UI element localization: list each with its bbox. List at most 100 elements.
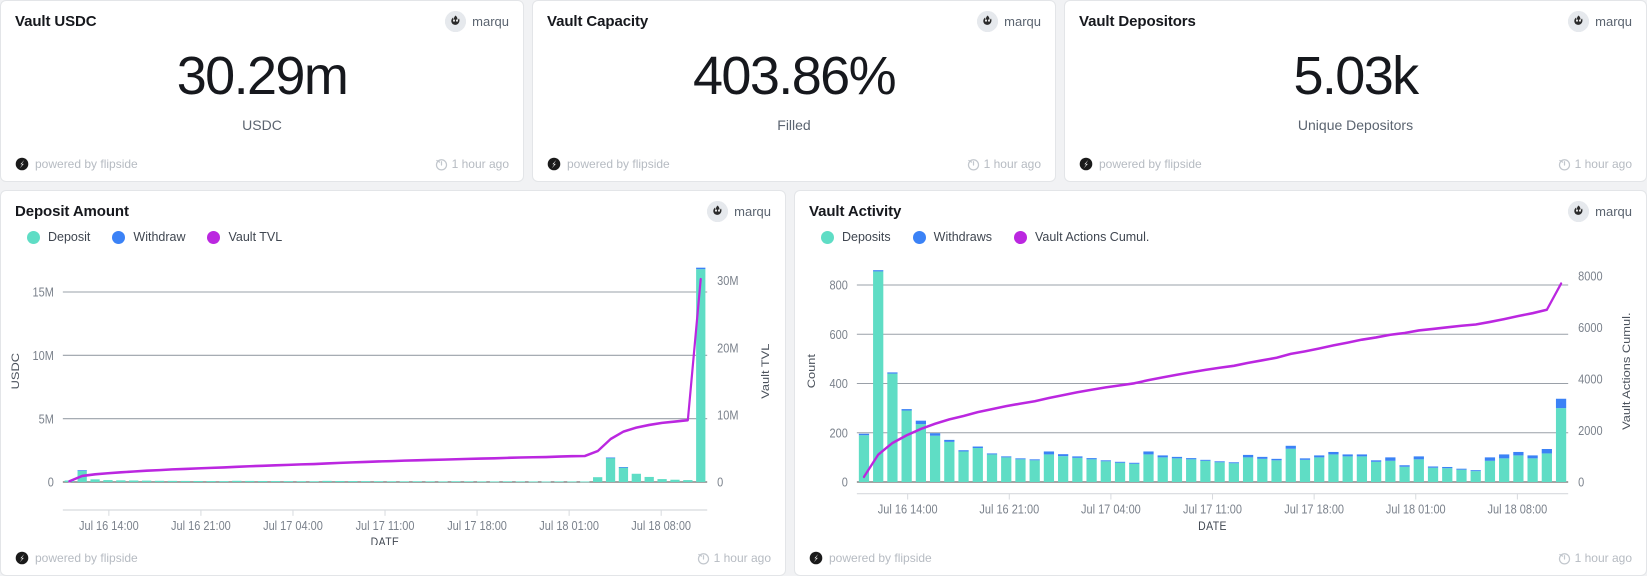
powered-by-label: powered by flipside xyxy=(35,157,138,171)
flipside-icon xyxy=(547,157,561,171)
chart-title: Deposit Amount xyxy=(15,203,129,220)
legend-item-deposit[interactable]: Deposit xyxy=(27,230,90,244)
powered-by[interactable]: powered by flipside xyxy=(15,551,138,565)
refresh-clock-icon xyxy=(1558,158,1571,171)
owner-name: marqu xyxy=(472,14,509,29)
svg-text:0: 0 xyxy=(48,475,54,490)
svg-text:4000: 4000 xyxy=(1578,372,1603,387)
legend-label: Deposits xyxy=(842,230,891,244)
legend-item-withdraw[interactable]: Withdraw xyxy=(112,230,185,244)
svg-text:10M: 10M xyxy=(33,348,54,363)
chart-title: Vault Activity xyxy=(809,203,901,220)
svg-text:Jul 18 01:00: Jul 18 01:00 xyxy=(1386,502,1446,517)
svg-text:Jul 18 08:00: Jul 18 08:00 xyxy=(631,518,691,533)
powered-by-label: powered by flipside xyxy=(829,551,932,565)
page-title: Vault Depositors xyxy=(1079,13,1196,30)
svg-text:0: 0 xyxy=(717,475,723,490)
last-updated[interactable]: 1 hour ago xyxy=(697,551,771,565)
owner[interactable]: marqu xyxy=(445,11,509,32)
svg-text:800: 800 xyxy=(830,278,849,293)
last-updated-label: 1 hour ago xyxy=(452,157,509,171)
chart-plot-area[interactable]: 020040060080002000400060008000Jul 16 14:… xyxy=(795,244,1646,545)
svg-text:6000: 6000 xyxy=(1578,320,1603,335)
owner[interactable]: marqu xyxy=(1568,11,1632,32)
last-updated[interactable]: 1 hour ago xyxy=(1558,551,1632,565)
svg-text:600: 600 xyxy=(830,327,849,342)
last-updated-label: 1 hour ago xyxy=(1575,551,1632,565)
svg-text:2000: 2000 xyxy=(1578,423,1603,438)
page-title: Vault USDC xyxy=(15,13,97,30)
legend-swatch xyxy=(821,231,834,244)
legend-swatch xyxy=(207,231,220,244)
legend-item-withdraws[interactable]: Withdraws xyxy=(913,230,992,244)
svg-text:8000: 8000 xyxy=(1578,269,1603,284)
powered-by[interactable]: powered by flipside xyxy=(15,157,138,171)
svg-text:15M: 15M xyxy=(33,285,54,300)
card-header: Vault USDC marqu xyxy=(1,1,523,36)
kpi-row: Vault USDC marqu 30.29m USDC powered by … xyxy=(0,0,1647,182)
avatar-icon xyxy=(707,201,728,222)
chart-row: Deposit Amount marqu Deposit Withdraw xyxy=(0,190,1647,576)
svg-text:Vault Actions Cumul.: Vault Actions Cumul. xyxy=(1620,312,1633,429)
legend-swatch xyxy=(112,231,125,244)
refresh-clock-icon xyxy=(967,158,980,171)
legend-label: Vault Actions Cumul. xyxy=(1035,230,1149,244)
chart-legend: Deposit Withdraw Vault TVL xyxy=(1,226,785,244)
owner[interactable]: marqu xyxy=(707,201,771,222)
svg-text:0: 0 xyxy=(1578,475,1584,490)
card-header: Vault Activity marqu xyxy=(795,191,1646,226)
chart-card-vault-activity: Vault Activity marqu Deposits Withdraws xyxy=(794,190,1647,576)
powered-by-label: powered by flipside xyxy=(1099,157,1202,171)
flipside-icon xyxy=(809,551,823,565)
last-updated[interactable]: 1 hour ago xyxy=(1558,157,1632,171)
legend-swatch xyxy=(27,231,40,244)
svg-text:Count: Count xyxy=(805,353,818,388)
kpi-value: 30.29m xyxy=(177,48,348,105)
flipside-icon xyxy=(1079,157,1093,171)
last-updated-label: 1 hour ago xyxy=(714,551,771,565)
legend-label: Withdraws xyxy=(934,230,992,244)
owner-name: marqu xyxy=(1595,14,1632,29)
legend-label: Deposit xyxy=(48,230,90,244)
owner-name: marqu xyxy=(1004,14,1041,29)
card-header: Vault Depositors marqu xyxy=(1065,1,1646,36)
svg-text:20M: 20M xyxy=(717,340,738,355)
svg-text:0: 0 xyxy=(842,475,848,490)
owner[interactable]: marqu xyxy=(977,11,1041,32)
kpi-card-vault-depositors: Vault Depositors marqu 5.03k Unique Depo… xyxy=(1064,0,1647,182)
legend-item-vault-tvl[interactable]: Vault TVL xyxy=(207,230,282,244)
flipside-icon xyxy=(15,551,29,565)
chart-legend: Deposits Withdraws Vault Actions Cumul. xyxy=(795,226,1646,244)
svg-text:5M: 5M xyxy=(39,412,54,427)
avatar-icon xyxy=(1568,11,1589,32)
svg-text:USDC: USDC xyxy=(9,353,22,390)
svg-text:10M: 10M xyxy=(717,408,738,423)
powered-by[interactable]: powered by flipside xyxy=(1079,157,1202,171)
kpi-value: 5.03k xyxy=(1293,48,1417,105)
legend-label: Vault TVL xyxy=(228,230,282,244)
last-updated[interactable]: 1 hour ago xyxy=(435,157,509,171)
last-updated[interactable]: 1 hour ago xyxy=(967,157,1041,171)
legend-item-vault-actions-cumul[interactable]: Vault Actions Cumul. xyxy=(1014,230,1149,244)
card-footer: powered by flipside 1 hour ago xyxy=(1,151,523,181)
card-footer: powered by flipside 1 hour ago xyxy=(533,151,1055,181)
chart-card-deposit-amount: Deposit Amount marqu Deposit Withdraw xyxy=(0,190,786,576)
powered-by[interactable]: powered by flipside xyxy=(809,551,932,565)
svg-text:Jul 17 11:00: Jul 17 11:00 xyxy=(1183,502,1242,517)
legend-swatch xyxy=(913,231,926,244)
card-header: Deposit Amount marqu xyxy=(1,191,785,226)
svg-text:Jul 17 11:00: Jul 17 11:00 xyxy=(356,518,415,533)
svg-text:DATE: DATE xyxy=(371,536,400,545)
svg-text:Jul 17 04:00: Jul 17 04:00 xyxy=(1081,502,1141,517)
owner[interactable]: marqu xyxy=(1568,201,1632,222)
kpi-label: Unique Depositors xyxy=(1298,117,1413,133)
legend-item-deposits[interactable]: Deposits xyxy=(821,230,891,244)
powered-by[interactable]: powered by flipside xyxy=(547,157,670,171)
kpi-label: USDC xyxy=(242,117,282,133)
refresh-clock-icon xyxy=(1558,552,1571,565)
card-footer: powered by flipside 1 hour ago xyxy=(795,545,1646,575)
kpi-body: 403.86% Filled xyxy=(533,36,1055,151)
chart-plot-area[interactable]: 05M10M15M010M20M30MJul 16 14:00Jul 16 21… xyxy=(1,244,785,545)
kpi-card-vault-usdc: Vault USDC marqu 30.29m USDC powered by … xyxy=(0,0,524,182)
card-header: Vault Capacity marqu xyxy=(533,1,1055,36)
